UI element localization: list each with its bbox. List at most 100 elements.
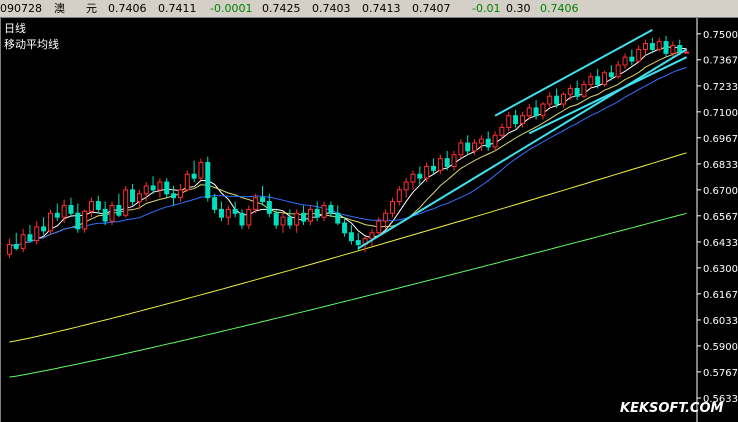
candle-body <box>472 142 478 152</box>
candle-body <box>622 56 628 66</box>
candle-body <box>615 64 621 78</box>
y-tick-label: 0.7367 <box>703 56 738 67</box>
candle-body <box>294 212 300 226</box>
candle-body <box>485 138 491 148</box>
candle-body <box>403 181 409 191</box>
candle-body <box>6 243 12 255</box>
candle-body <box>150 185 156 191</box>
candle-body <box>492 134 498 148</box>
candle-body <box>27 234 33 242</box>
candle-body <box>355 240 361 245</box>
candle-body <box>636 48 642 62</box>
candle-body <box>554 95 560 105</box>
candle-body <box>431 165 436 171</box>
y-tick-label: 0.6033 <box>703 316 738 327</box>
candle-body <box>499 126 505 136</box>
candle-body <box>602 72 607 86</box>
last-value: 0.7406 <box>540 2 579 15</box>
candle-body <box>677 45 683 52</box>
candle-body <box>526 107 532 117</box>
candle-body <box>458 142 464 156</box>
candle-body <box>663 41 669 54</box>
candle-body <box>314 208 320 218</box>
candle-body <box>513 115 519 125</box>
watermark-logo: KEKSOFT.COM <box>620 401 724 416</box>
symbol-code: 090728 <box>0 2 42 15</box>
candle-body <box>109 204 115 222</box>
y-tick-label: 0.5900 <box>703 342 738 353</box>
candle-body <box>574 87 580 97</box>
candle-body <box>191 173 197 179</box>
candle-body <box>451 154 457 167</box>
candle-body <box>41 226 47 232</box>
candle-body <box>307 208 313 222</box>
change-value: -0.0001 <box>210 2 253 15</box>
candle-body <box>540 103 546 117</box>
candle-body <box>649 43 655 50</box>
candle-body <box>328 204 334 214</box>
high-value: 0.7411 <box>158 2 197 15</box>
open-value: 0.7406 <box>108 2 147 15</box>
candle-body <box>253 197 259 210</box>
candle-body <box>61 204 67 218</box>
candle-body <box>218 208 224 218</box>
candle-body <box>670 45 676 54</box>
candle-body <box>47 212 53 232</box>
legend-daily: 日线 <box>4 21 26 35</box>
y-tick-label: 0.6833 <box>703 160 738 171</box>
quote-bar: 090728 澳 元 0.7406 0.7411 -0.0001 0.7425 … <box>0 0 738 18</box>
candle-body <box>444 158 450 167</box>
candle-body <box>102 208 108 222</box>
candle-body <box>417 173 423 179</box>
value-2: 0.7403 <box>312 2 351 15</box>
candle-body <box>335 212 341 224</box>
candle-body <box>376 220 382 234</box>
candle-body <box>396 189 402 203</box>
volume-value: 0.30 <box>506 2 531 15</box>
y-tick-label: 0.6967 <box>703 134 738 145</box>
candle-body <box>301 212 307 222</box>
y-tick-label: 0.7233 <box>703 82 738 93</box>
candlestick-chart: 0.7500 0.7367 0.7233 0.7100 0.6967 0.6833 0.67… <box>0 18 738 422</box>
candle-body <box>369 232 375 240</box>
y-tick-label: 0.6167 <box>703 290 738 301</box>
candle-body <box>123 189 129 216</box>
candle-body <box>656 41 662 50</box>
candle-body <box>171 193 177 199</box>
candle-body <box>465 142 471 152</box>
candle-body <box>239 212 245 226</box>
currency-unit: 元 <box>86 2 97 15</box>
candle-body <box>54 212 60 218</box>
candle-body <box>567 87 573 95</box>
candle-body <box>595 76 601 86</box>
candle-body <box>68 204 74 214</box>
change-percent: -0.01 <box>472 2 501 15</box>
candle-body <box>533 107 539 117</box>
candle-body <box>198 162 204 179</box>
candle-body <box>629 56 635 62</box>
candle-body <box>342 222 348 234</box>
candle-body <box>184 173 190 191</box>
candle-body <box>560 93 566 105</box>
candle-body <box>212 197 218 210</box>
y-tick-label: 0.6567 <box>703 212 738 223</box>
candle-body <box>89 201 94 212</box>
candle-body <box>130 189 136 203</box>
candle-body <box>34 226 40 242</box>
candle-body <box>116 204 122 216</box>
candle-body <box>157 181 163 191</box>
candle-body <box>164 181 170 195</box>
candle-body <box>280 216 286 226</box>
candle-body <box>389 201 395 214</box>
candle-body <box>287 216 293 226</box>
candle-body <box>506 115 512 128</box>
candle-body <box>424 165 430 179</box>
candle-body <box>20 234 26 249</box>
y-tick-label: 0.5767 <box>703 368 738 379</box>
symbol-name: 澳 <box>54 2 65 15</box>
candle-body <box>232 208 238 214</box>
candle-body <box>478 138 484 144</box>
value-4: 0.7407 <box>412 2 451 15</box>
candle-body <box>177 189 183 199</box>
candle-body <box>82 210 88 230</box>
